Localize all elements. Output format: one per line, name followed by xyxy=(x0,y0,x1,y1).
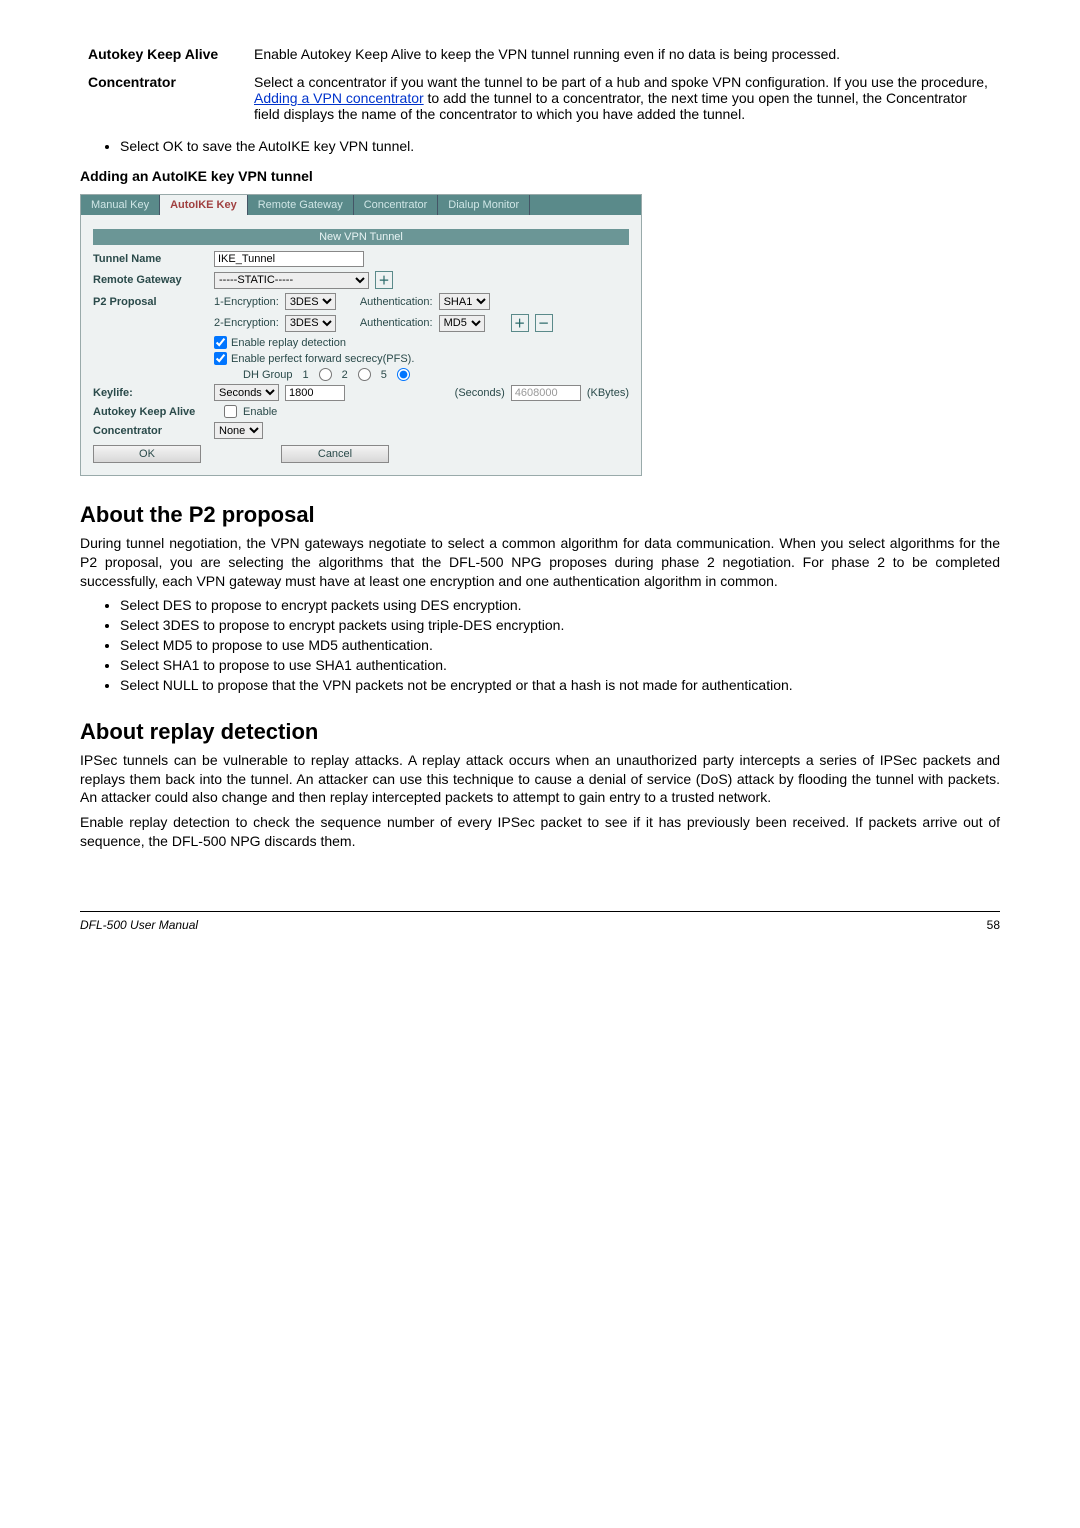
keylife-unit-select[interactable]: Seconds xyxy=(214,384,279,401)
section-heading-replay: About replay detection xyxy=(80,719,1000,745)
tunnel-name-input[interactable] xyxy=(214,251,364,267)
concentrator-field-label: Concentrator xyxy=(93,425,208,437)
definition-text: Enable Autokey Keep Alive to keep the VP… xyxy=(246,40,1000,68)
remote-gateway-select[interactable]: -----STATIC----- xyxy=(214,272,369,289)
add-gateway-icon[interactable]: ＋ xyxy=(375,271,393,289)
encryption2-select[interactable]: 3DES xyxy=(285,315,336,332)
definition-label: Concentrator xyxy=(80,68,246,128)
tunnel-name-label: Tunnel Name xyxy=(93,253,208,265)
form-panel: New VPN Tunnel Tunnel Name Remote Gatewa… xyxy=(81,215,641,475)
p2-bullet-list: Select DES to propose to encrypt packets… xyxy=(120,597,1000,693)
encryption2-label: 2-Encryption: xyxy=(214,317,279,329)
definition-table: Autokey Keep Alive Enable Autokey Keep A… xyxy=(80,40,1000,128)
autokey-enable-checkbox[interactable] xyxy=(224,405,237,418)
keylife-kbytes-input xyxy=(511,385,581,401)
definition-row: Autokey Keep Alive Enable Autokey Keep A… xyxy=(80,40,1000,68)
replay-detection-label: Enable replay detection xyxy=(231,337,346,349)
cancel-button[interactable]: Cancel xyxy=(281,445,389,463)
definition-text: Select a concentrator if you want the tu… xyxy=(246,68,1000,128)
dh-option-5: 5 xyxy=(381,369,387,381)
save-instruction-list: Select OK to save the AutoIKE key VPN tu… xyxy=(120,138,1000,154)
tab-concentrator[interactable]: Concentrator xyxy=(354,195,439,215)
keylife-label: Keylife: xyxy=(93,387,208,399)
ok-button[interactable]: OK xyxy=(93,445,201,463)
dh-option-2: 2 xyxy=(342,369,348,381)
definition-row: Concentrator Select a concentrator if yo… xyxy=(80,68,1000,128)
footer-title: DFL-500 User Manual xyxy=(80,918,198,932)
replay-detection-checkbox[interactable] xyxy=(214,336,227,349)
list-item: Select 3DES to propose to encrypt packet… xyxy=(120,617,1000,633)
tab-autoike-key[interactable]: AutoIKE Key xyxy=(160,195,248,215)
p2-paragraph: During tunnel negotiation, the VPN gatew… xyxy=(80,534,1000,591)
add-proposal-icon[interactable]: ＋ xyxy=(511,314,529,332)
concentrator-select[interactable]: None xyxy=(214,422,263,439)
remote-gateway-label: Remote Gateway xyxy=(93,274,208,286)
panel-title: New VPN Tunnel xyxy=(93,229,629,245)
auth1-select[interactable]: SHA1 xyxy=(439,293,490,310)
auth1-label: Authentication: xyxy=(360,296,433,308)
vpn-tunnel-screenshot: Manual Key AutoIKE Key Remote Gateway Co… xyxy=(80,194,642,476)
auth2-select[interactable]: MD5 xyxy=(439,315,485,332)
figure-caption: Adding an AutoIKE key VPN tunnel xyxy=(80,168,1000,184)
dh-radio-2[interactable] xyxy=(358,368,371,381)
page-number: 58 xyxy=(987,918,1000,932)
p2-proposal-label: P2 Proposal xyxy=(93,296,208,308)
tab-remote-gateway[interactable]: Remote Gateway xyxy=(248,195,354,215)
replay-paragraph-1: IPSec tunnels can be vulnerable to repla… xyxy=(80,751,1000,808)
list-item: Select NULL to propose that the VPN pack… xyxy=(120,677,1000,693)
tab-manual-key[interactable]: Manual Key xyxy=(81,195,160,215)
pfs-checkbox[interactable] xyxy=(214,352,227,365)
keylife-seconds-suffix: (Seconds) xyxy=(455,387,505,399)
list-item: Select DES to propose to encrypt packets… xyxy=(120,597,1000,613)
encryption1-label: 1-Encryption: xyxy=(214,296,279,308)
list-item: Select SHA1 to propose to use SHA1 authe… xyxy=(120,657,1000,673)
dh-option-1: 1 xyxy=(303,369,309,381)
encryption1-select[interactable]: 3DES xyxy=(285,293,336,310)
autokey-enable-text: Enable xyxy=(243,406,277,418)
page-footer: DFL-500 User Manual 58 xyxy=(80,911,1000,932)
dh-radio-5[interactable] xyxy=(397,368,410,381)
list-item: Select MD5 to propose to use MD5 authent… xyxy=(120,637,1000,653)
tab-bar: Manual Key AutoIKE Key Remote Gateway Co… xyxy=(81,195,641,215)
keylife-kbytes-suffix: (KBytes) xyxy=(587,387,629,399)
section-heading-p2: About the P2 proposal xyxy=(80,502,1000,528)
replay-paragraph-2: Enable replay detection to check the seq… xyxy=(80,813,1000,851)
autokey-keepalive-label: Autokey Keep Alive xyxy=(93,406,218,418)
keylife-seconds-input[interactable] xyxy=(285,385,345,401)
tab-dialup-monitor[interactable]: Dialup Monitor xyxy=(438,195,530,215)
vpn-concentrator-link[interactable]: Adding a VPN concentrator xyxy=(254,90,424,106)
auth2-label: Authentication: xyxy=(360,317,433,329)
dh-group-label: DH Group xyxy=(243,369,293,381)
save-instruction: Select OK to save the AutoIKE key VPN tu… xyxy=(120,138,1000,154)
remove-proposal-icon[interactable]: － xyxy=(535,314,553,332)
dh-radio-1[interactable] xyxy=(319,368,332,381)
pfs-label: Enable perfect forward secrecy(PFS). xyxy=(231,353,414,365)
definition-label: Autokey Keep Alive xyxy=(80,40,246,68)
